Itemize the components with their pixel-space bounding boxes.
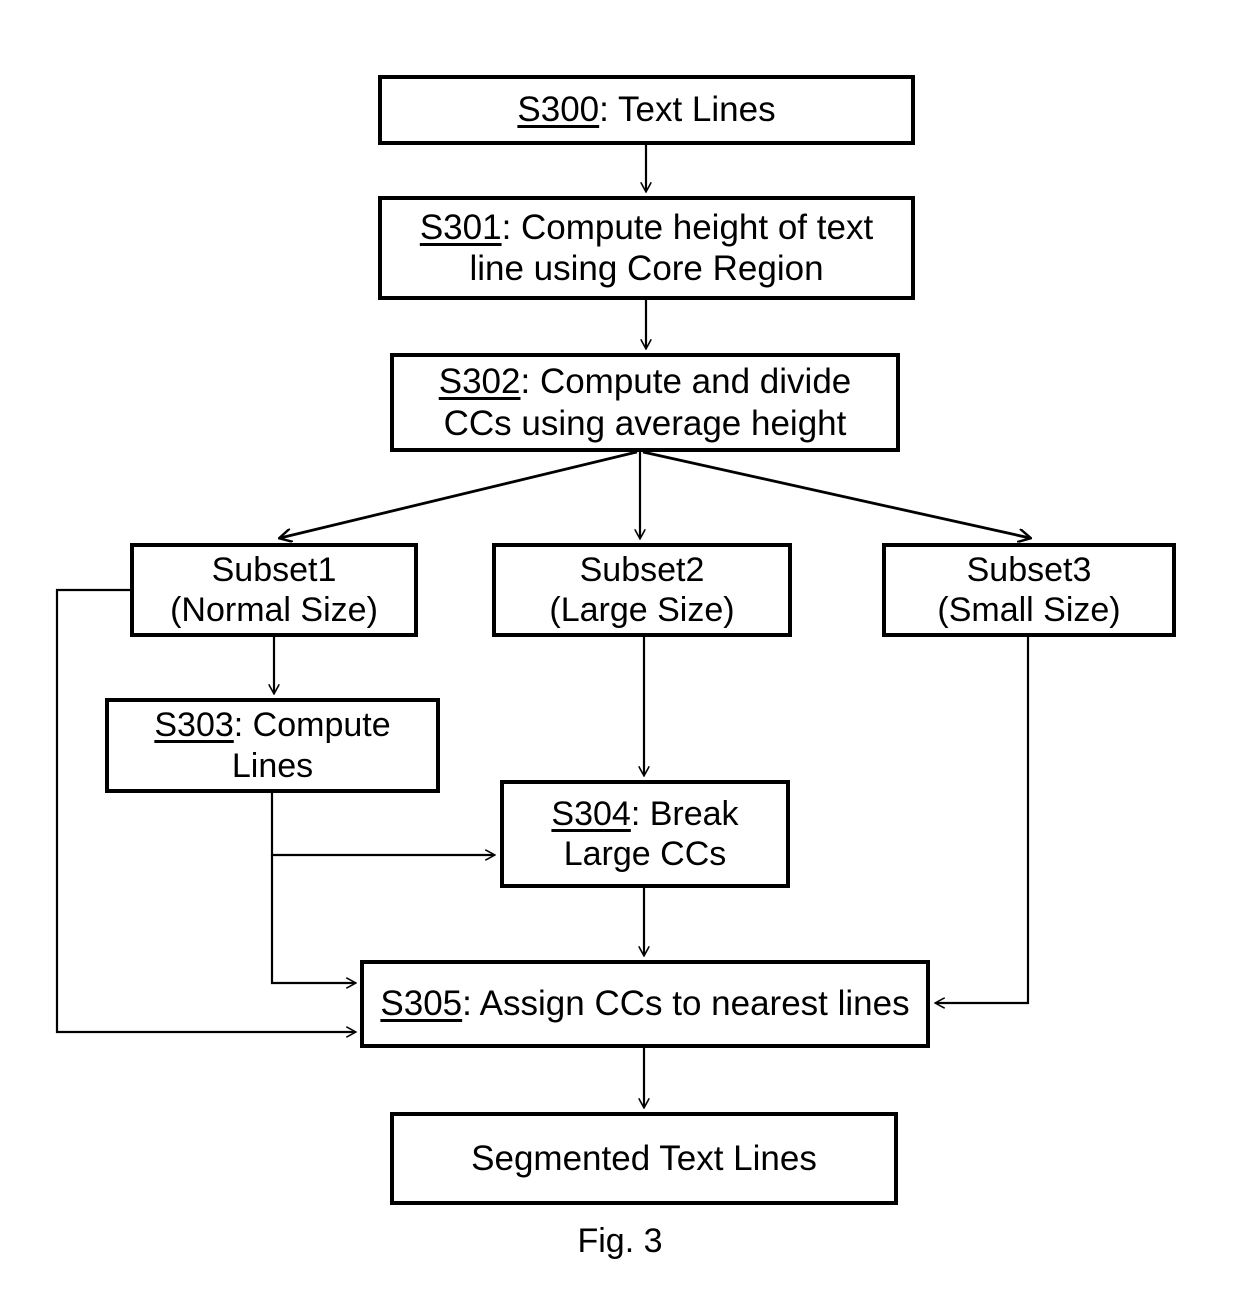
edge-s303-to-s304 <box>270 793 494 855</box>
node-s302-label: S302: Compute and divide CCs using avera… <box>429 361 862 444</box>
node-s304-label: S304: Break Large CCs <box>541 794 748 874</box>
node-s304-sep: : <box>630 794 650 833</box>
node-s305-sep: : <box>462 984 480 1024</box>
edge-s302-to-subset1 <box>280 450 638 538</box>
edge-s302-to-subset3 <box>642 450 1030 538</box>
node-s301-sep: : <box>501 207 522 247</box>
edge-subset1-to-s305 <box>55 588 355 1032</box>
node-s300-text: Text Lines <box>617 90 776 130</box>
node-s302-sep: : <box>520 362 540 402</box>
node-s302-compute-divide-ccs[interactable]: S302: Compute and divide CCs using avera… <box>390 353 900 452</box>
node-s300-text-lines[interactable]: S300: Text Lines <box>378 75 915 145</box>
node-s305-text: Assign CCs to nearest lines <box>479 984 910 1024</box>
node-subset2-label: Subset2 (Large Size) <box>549 550 735 629</box>
figure-caption: Fig. 3 <box>577 1222 663 1260</box>
node-subset3-label: Subset3 (Small Size) <box>937 550 1121 629</box>
node-subset1-label: Subset1 (Normal Size) <box>170 550 378 629</box>
node-s303-sep: : <box>233 706 253 745</box>
node-output-label: Segmented Text Lines <box>471 1138 817 1178</box>
node-s301-text: Compute height of text line using Core R… <box>469 207 874 288</box>
node-s303-code: S303 <box>154 706 234 745</box>
node-subset2-large-size[interactable]: Subset2 (Large Size) <box>492 543 792 637</box>
node-subset3-small-size[interactable]: Subset3 (Small Size) <box>882 543 1176 637</box>
node-subset1-normal-size[interactable]: Subset1 (Normal Size) <box>130 543 418 637</box>
node-s305-code: S305 <box>380 984 463 1024</box>
node-s301-code: S301 <box>419 207 502 247</box>
node-s303-label: S303: Compute Lines <box>144 705 400 785</box>
node-s304-code: S304 <box>551 794 631 833</box>
node-s302-code: S302 <box>438 362 521 402</box>
node-s305-label: S305: Assign CCs to nearest lines <box>370 983 919 1024</box>
node-s300-sep: : <box>599 90 618 130</box>
node-s301-compute-height[interactable]: S301: Compute height of text line using … <box>378 196 915 300</box>
node-s303-text: Compute Lines <box>231 706 391 785</box>
node-s300-label: S300: Text Lines <box>507 89 785 130</box>
node-s305-assign-ccs[interactable]: S305: Assign CCs to nearest lines <box>360 960 930 1048</box>
node-segmented-text-lines[interactable]: Segmented Text Lines <box>390 1112 898 1205</box>
figure-flowchart: S300: Text Lines S301: Compute height of… <box>0 0 1240 1313</box>
node-s304-break-large-ccs[interactable]: S304: Break Large CCs <box>500 780 790 888</box>
edge-subset3-to-s305 <box>936 637 1030 1003</box>
node-s300-code: S300 <box>517 90 600 130</box>
edge-s303-to-s305 <box>270 855 355 983</box>
node-s301-label: S301: Compute height of text line using … <box>410 207 883 290</box>
node-s303-compute-lines[interactable]: S303: Compute Lines <box>105 698 440 793</box>
